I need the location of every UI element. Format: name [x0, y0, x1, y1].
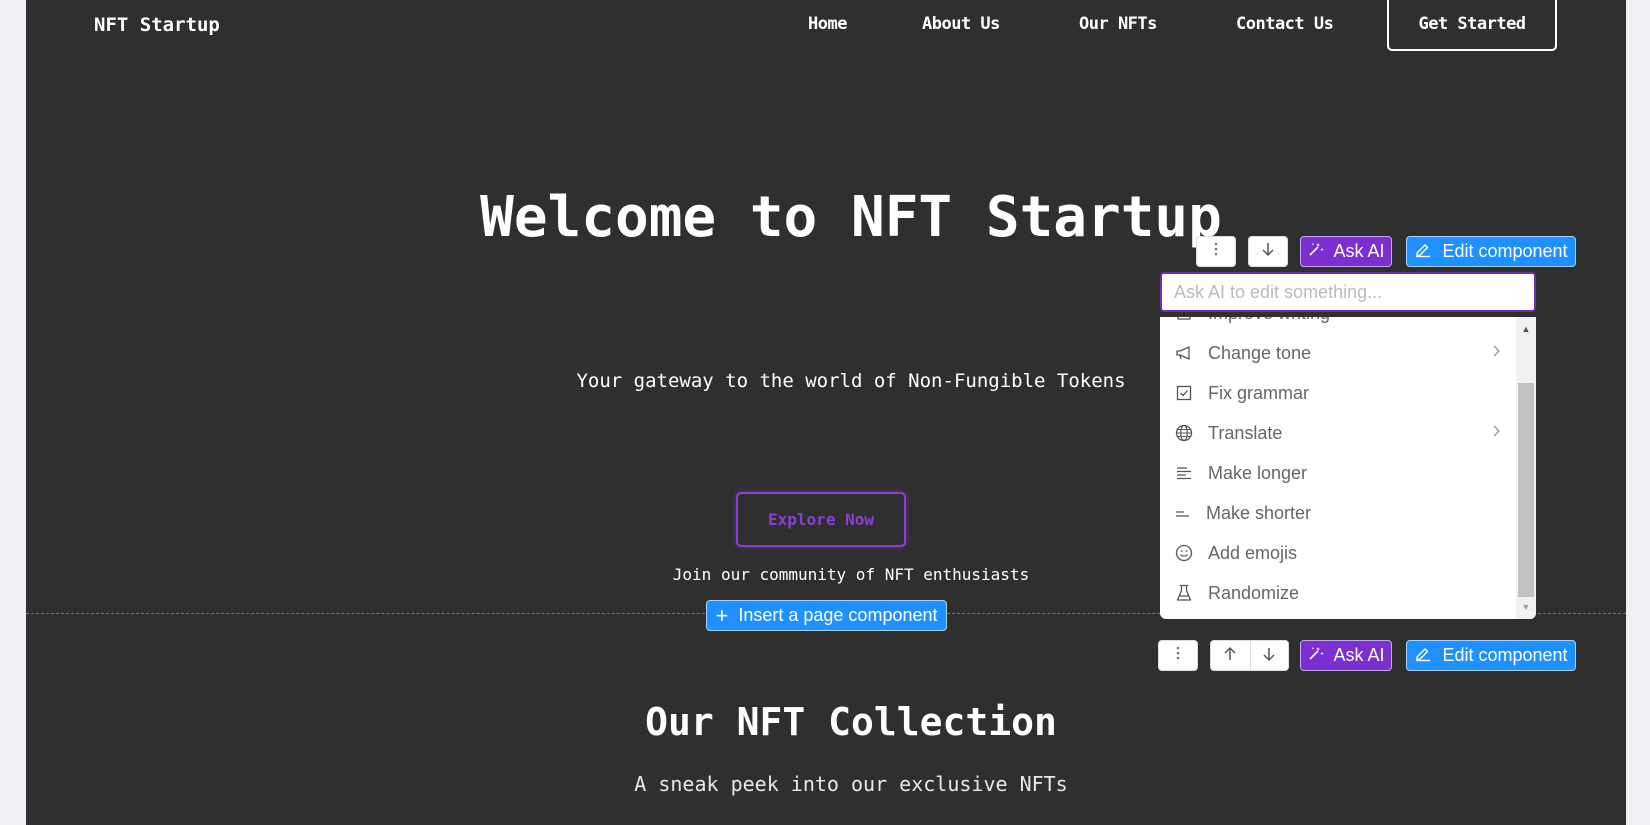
- magic-wand-icon: [1307, 240, 1325, 263]
- pencil-icon: [1414, 240, 1432, 263]
- magic-wand-icon: [1307, 644, 1325, 667]
- insert-label: Insert a page component: [738, 605, 938, 625]
- more-options-button-lower[interactable]: [1158, 640, 1198, 671]
- explore-now-button[interactable]: Explore Now: [736, 492, 906, 547]
- menu-item-improve-writing[interactable]: Improve writing: [1160, 317, 1515, 333]
- nav-our-nfts[interactable]: Our NFTs: [1079, 14, 1157, 34]
- megaphone-icon: [1174, 343, 1194, 363]
- edit-component-button-lower[interactable]: Edit component: [1406, 640, 1576, 671]
- main-nav: Home About Us Our NFTs Contact Us Get St…: [26, 0, 1626, 60]
- more-vertical-icon: [1214, 242, 1218, 261]
- flask-icon: [1174, 583, 1194, 603]
- align-left-icon: [1174, 463, 1194, 483]
- menu-item-change-tone[interactable]: Change tone: [1160, 333, 1515, 373]
- ask-ai-button-lower[interactable]: Ask AI: [1300, 640, 1392, 671]
- collection-title: Our NFT Collection: [645, 700, 1057, 744]
- page-canvas: NFT Startup Home About Us Our NFTs Conta…: [26, 0, 1626, 825]
- menu-item-fix-grammar[interactable]: Fix grammar: [1160, 373, 1515, 413]
- move-down-button[interactable]: [1248, 236, 1288, 267]
- ask-ai-label: Ask AI: [1333, 241, 1385, 261]
- scroll-down-arrow-icon[interactable]: ▼: [1516, 597, 1536, 617]
- menu-item-label: Translate: [1208, 422, 1283, 443]
- chevron-right-icon: [1493, 344, 1501, 362]
- smiley-icon: [1174, 543, 1194, 563]
- move-down-button-lower[interactable]: [1249, 641, 1289, 670]
- menu-item-label: Change tone: [1208, 342, 1312, 363]
- edit-component-button[interactable]: Edit component: [1406, 236, 1576, 267]
- menu-items-list: Improve writing Change tone Fix grammar …: [1160, 317, 1515, 613]
- collection-subtitle: A sneak peek into our exclusive NFTs: [634, 772, 1068, 796]
- move-up-button[interactable]: [1211, 641, 1250, 670]
- menu-item-label: Make longer: [1208, 462, 1308, 483]
- edit-component-label: Edit component: [1442, 241, 1568, 261]
- menu-item-label: Make shorter: [1206, 502, 1312, 523]
- scroll-up-arrow-icon[interactable]: ▲: [1516, 319, 1536, 339]
- checkbox-icon: [1174, 383, 1194, 403]
- nav-contact-us[interactable]: Contact Us: [1236, 14, 1334, 34]
- ai-actions-menu: Improve writing Change tone Fix grammar …: [1160, 317, 1536, 619]
- arrow-down-icon: [1261, 646, 1277, 666]
- hero-title: Welcome to NFT Startup: [480, 185, 1222, 250]
- menu-item-label: Improve writing: [1208, 317, 1330, 324]
- menu-item-label: Fix grammar: [1208, 382, 1310, 403]
- menu-item-make-shorter[interactable]: Make shorter: [1160, 493, 1515, 533]
- insert-page-component-button[interactable]: + Insert a page component: [706, 600, 947, 631]
- more-vertical-icon: [1176, 646, 1180, 665]
- move-buttons-group: [1210, 640, 1289, 671]
- ask-ai-button[interactable]: Ask AI: [1300, 236, 1392, 267]
- menu-scrollbar[interactable]: ▲ ▼: [1516, 317, 1536, 619]
- get-started-button[interactable]: Get Started: [1387, 0, 1557, 51]
- menu-item-randomize[interactable]: Randomize: [1160, 573, 1515, 613]
- plus-icon: +: [715, 602, 729, 628]
- nav-about-us[interactable]: About Us: [922, 14, 1000, 34]
- short-lines-icon: [1172, 503, 1192, 523]
- arrow-up-icon: [1222, 646, 1238, 666]
- edit-component-label: Edit component: [1442, 645, 1568, 665]
- more-options-button[interactable]: [1196, 236, 1236, 267]
- pencil-icon: [1414, 644, 1432, 667]
- scrollbar-thumb[interactable]: [1518, 383, 1534, 597]
- menu-item-label: Add emojis: [1208, 542, 1298, 563]
- chevron-right-icon: [1493, 424, 1501, 442]
- ask-ai-label: Ask AI: [1333, 645, 1385, 665]
- hero-tagline: Join our community of NFT enthusiasts: [672, 565, 1030, 584]
- ask-ai-input[interactable]: [1160, 272, 1536, 312]
- menu-item-add-emojis[interactable]: Add emojis: [1160, 533, 1515, 573]
- hero-subtitle: Your gateway to the world of Non-Fungibl…: [576, 370, 1126, 392]
- menu-item-make-longer[interactable]: Make longer: [1160, 453, 1515, 493]
- menu-item-translate[interactable]: Translate: [1160, 413, 1515, 453]
- arrow-down-icon: [1260, 241, 1276, 262]
- pencil-square-icon: [1174, 317, 1194, 323]
- globe-icon: [1174, 423, 1194, 443]
- menu-item-label: Randomize: [1208, 582, 1300, 603]
- nav-home[interactable]: Home: [808, 14, 847, 34]
